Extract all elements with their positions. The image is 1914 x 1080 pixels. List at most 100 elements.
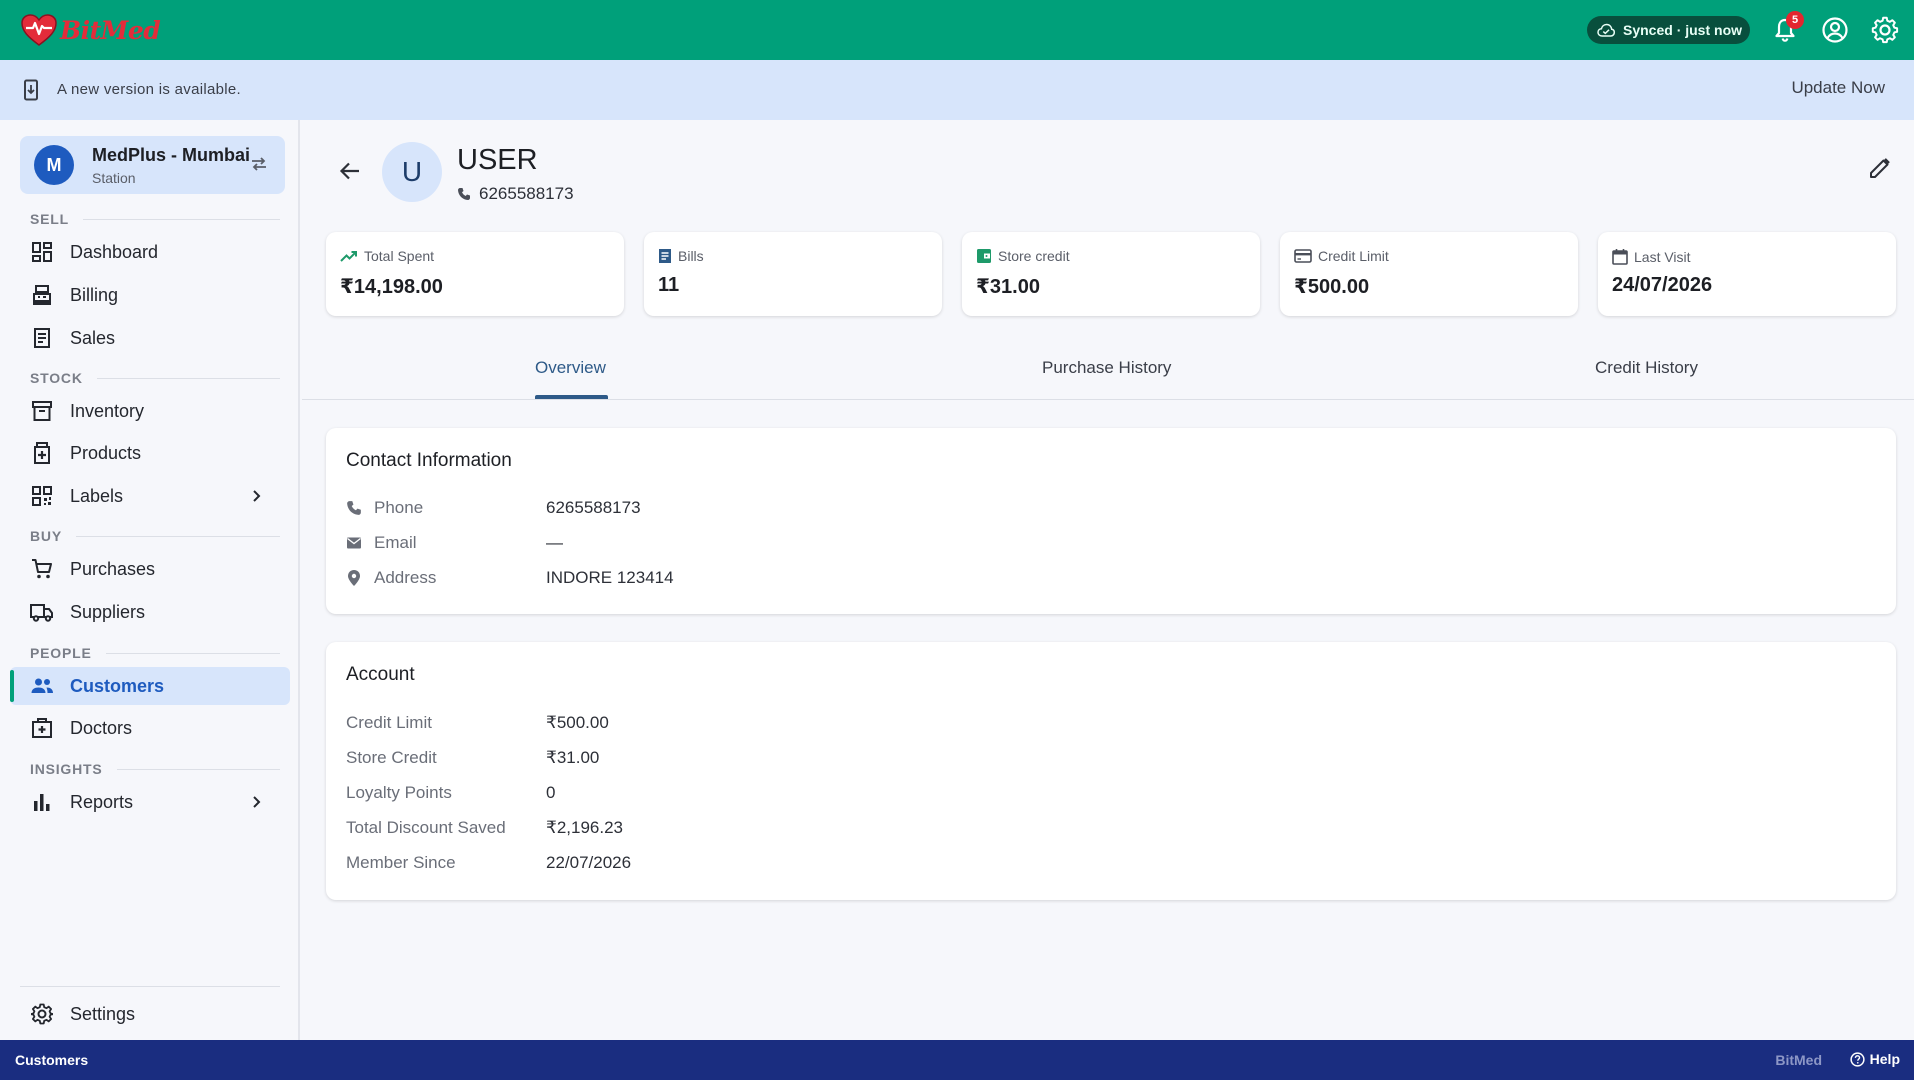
account-credit-limit-row: Credit Limit ₹500.00	[346, 711, 609, 735]
account-store-credit-label: Store Credit	[346, 748, 437, 767]
account-discount-value: ₹2,196.23	[546, 818, 623, 837]
account-member-since-row: Member Since 22/07/2026	[346, 851, 631, 875]
sidebar: M MedPlus - Mumbai Station SELL Dashboar…	[0, 120, 300, 1040]
app-logo[interactable]: BitMed	[20, 12, 161, 48]
tab-active-indicator	[535, 395, 608, 399]
account-credit-limit-label: Credit Limit	[346, 713, 432, 732]
arrow-back-icon	[339, 162, 359, 180]
store-type: Station	[92, 170, 136, 186]
stat-total-spent-value: ₹14,198.00	[340, 276, 443, 298]
help-circle-icon	[1850, 1051, 1865, 1067]
notifications-button[interactable]: 5	[1769, 11, 1804, 46]
stat-store-credit-value: ₹31.00	[976, 276, 1040, 298]
stat-bills-value: 11	[658, 274, 680, 296]
sync-status-pill[interactable]: Synced · just now	[1587, 16, 1750, 44]
sidebar-item-label: Suppliers	[70, 601, 146, 622]
calendar-icon	[1612, 249, 1628, 265]
section-buy: BUY	[30, 528, 280, 544]
top-app-bar: BitMed Synced · just now 5	[0, 0, 1914, 60]
gear-icon	[1871, 16, 1899, 44]
heart-logo-icon	[21, 14, 57, 46]
point-of-sale-icon	[30, 283, 54, 307]
help-label: Help	[1869, 1051, 1900, 1067]
medical-bag-icon	[30, 716, 54, 740]
footer-brand: BitMed	[1775, 1052, 1822, 1068]
contact-phone-label: Phone	[346, 498, 546, 518]
update-banner: A new version is available. Update Now	[0, 60, 1914, 120]
stat-last-visit-value: 24/07/2026	[1612, 274, 1713, 296]
help-button[interactable]: Help	[1850, 1051, 1900, 1067]
settings-button[interactable]	[1869, 14, 1901, 46]
mail-icon	[347, 537, 361, 549]
sidebar-item-customers[interactable]: Customers	[10, 667, 290, 705]
stat-credit-limit-value: ₹500.00	[1294, 276, 1370, 298]
contact-email-label-text: Email	[374, 533, 417, 552]
medication-icon	[30, 441, 54, 465]
sidebar-item-sales[interactable]: Sales	[10, 319, 290, 357]
sidebar-item-labels[interactable]: Labels	[10, 477, 290, 515]
sidebar-item-suppliers[interactable]: Suppliers	[10, 593, 290, 631]
system-update-icon	[24, 79, 38, 101]
section-insights-label: INSIGHTS	[30, 761, 103, 777]
trending-up-icon	[340, 251, 357, 262]
notification-count-badge: 5	[1786, 11, 1804, 29]
customer-detail-page: U USER 6265588173 Total Spent ₹14,198.00…	[302, 120, 1914, 1040]
stat-label-text: Credit Limit	[1318, 248, 1389, 264]
sidebar-item-products[interactable]: Products	[10, 434, 290, 472]
account-button[interactable]	[1819, 14, 1851, 46]
stat-credit-limit: Credit Limit ₹500.00	[1280, 232, 1578, 316]
stat-store-credit: Store credit ₹31.00	[962, 232, 1260, 316]
status-footer: Customers BitMed Help	[0, 1040, 1914, 1080]
contact-phone-value: 6265588173	[546, 498, 641, 517]
contact-phone-row: Phone 6265588173	[346, 496, 641, 520]
back-button[interactable]	[332, 153, 368, 189]
account-store-credit-row: Store Credit ₹31.00	[346, 746, 599, 770]
wallet-icon	[977, 249, 991, 263]
receipt-icon	[30, 326, 54, 350]
section-stock: STOCK	[30, 370, 280, 386]
stat-label-text: Last Visit	[1634, 248, 1691, 265]
store-avatar: M	[34, 145, 74, 185]
contact-address-label-text: Address	[374, 568, 437, 587]
tab-overview[interactable]: Overview	[535, 358, 606, 378]
tab-credit-history[interactable]: Credit History	[1595, 358, 1698, 378]
sidebar-item-label: Reports	[70, 791, 134, 812]
update-now-button[interactable]: Update Now	[1791, 78, 1885, 98]
sidebar-item-inventory[interactable]: Inventory	[10, 392, 290, 430]
sidebar-item-billing[interactable]: Billing	[10, 276, 290, 314]
account-card: Account Credit Limit ₹500.00 Store Credi…	[326, 642, 1896, 900]
credit-card-icon	[1294, 249, 1312, 263]
account-discount-label: Total Discount Saved	[346, 818, 506, 837]
phone-icon	[458, 188, 470, 200]
location-pin-icon	[348, 570, 360, 586]
store-switcher[interactable]: M MedPlus - Mumbai Station	[20, 136, 285, 194]
edit-customer-button[interactable]	[1868, 156, 1892, 185]
sidebar-item-label: Settings	[70, 1003, 136, 1024]
contact-address-value: INDORE 123414	[546, 568, 674, 587]
chevron-right-icon	[253, 490, 261, 502]
contact-email-label: Email	[346, 533, 546, 553]
customer-avatar: U	[382, 142, 442, 202]
stat-store-credit-label: Store credit	[976, 248, 1070, 264]
customer-phone: 6265588173	[457, 184, 574, 204]
account-discount-row: Total Discount Saved ₹2,196.23	[346, 816, 623, 840]
sidebar-item-dashboard[interactable]: Dashboard	[10, 233, 290, 271]
truck-icon	[30, 600, 54, 624]
sidebar-item-reports[interactable]: Reports	[10, 783, 290, 821]
sidebar-item-doctors[interactable]: Doctors	[10, 709, 290, 747]
sidebar-item-label: Labels	[70, 485, 124, 506]
stat-last-visit-label: Last Visit	[1612, 248, 1691, 265]
account-loyalty-value: 0	[546, 783, 556, 802]
customer-tabs: Overview Purchase History Credit History	[302, 340, 1914, 400]
sidebar-item-purchases[interactable]: Purchases	[10, 550, 290, 588]
contact-email-row: Email —	[346, 531, 563, 555]
sidebar-item-settings[interactable]: Settings	[10, 995, 290, 1033]
sidebar-item-label: Billing	[70, 284, 119, 305]
gear-icon	[30, 1002, 54, 1026]
account-title: Account	[346, 664, 415, 685]
stat-label-text: Store credit	[998, 248, 1070, 264]
sidebar-item-label: Doctors	[70, 717, 133, 738]
tab-purchase-history[interactable]: Purchase History	[1042, 358, 1171, 378]
contact-phone-label-text: Phone	[374, 498, 424, 517]
contact-info-card: Contact Information Phone 6265588173 Ema…	[326, 428, 1896, 614]
